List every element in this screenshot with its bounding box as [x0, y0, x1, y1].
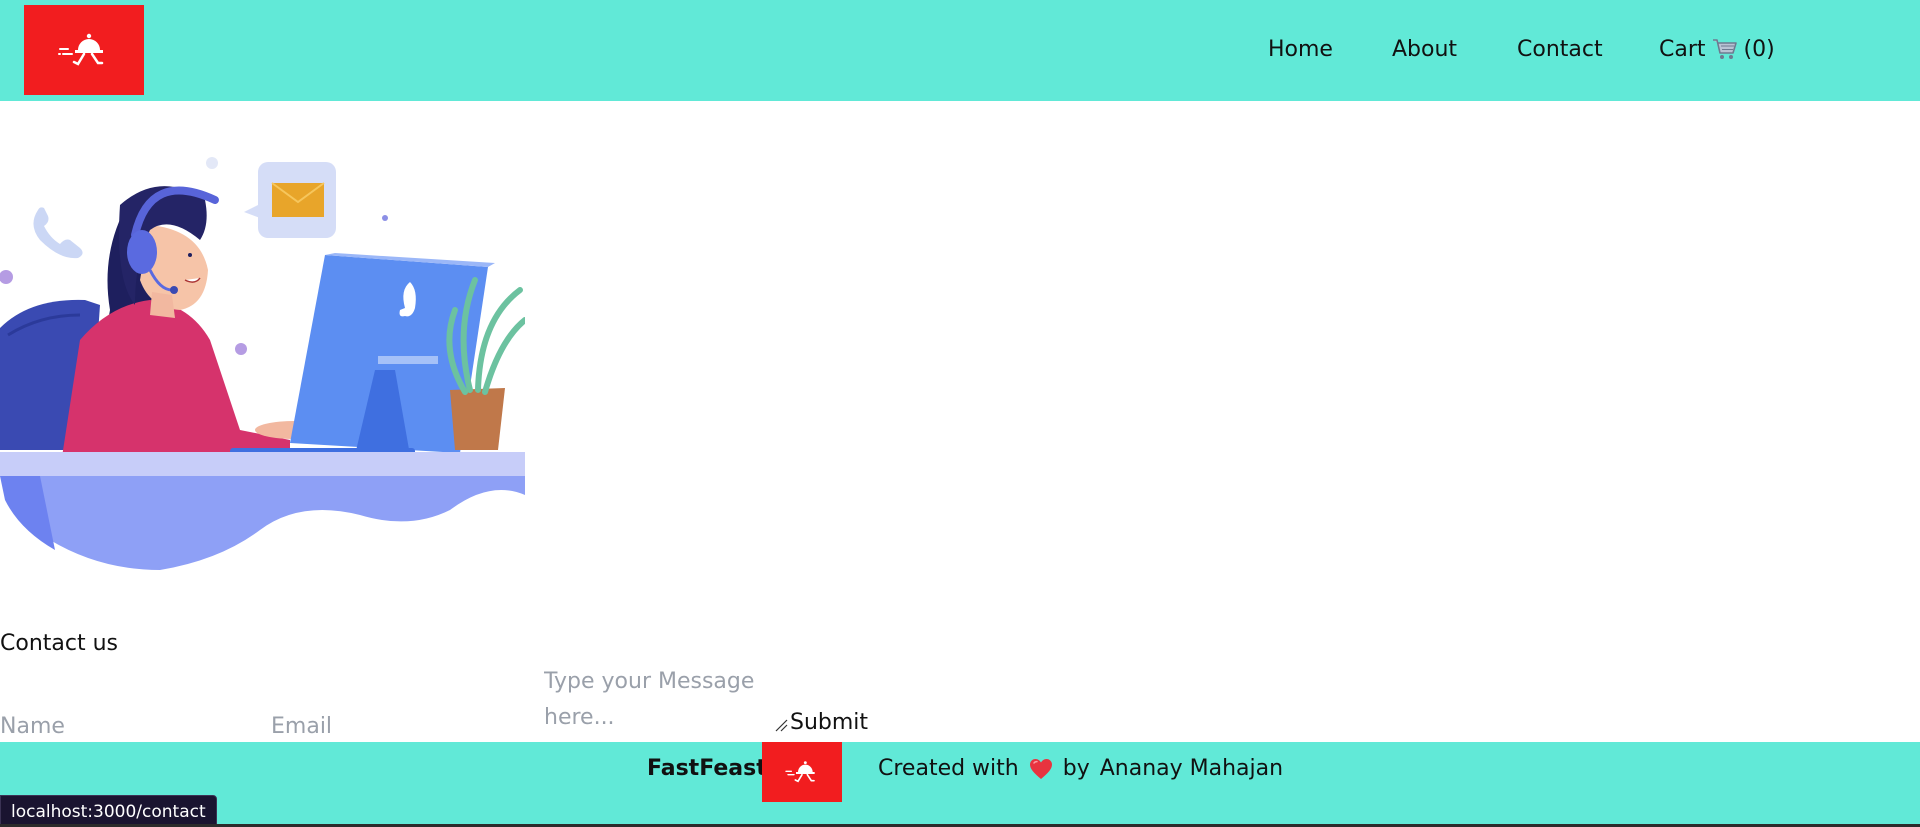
heart-icon [1029, 758, 1052, 779]
submit-button[interactable]: Submit [790, 710, 868, 735]
message-field[interactable] [544, 664, 774, 740]
footer-brand: FastFeast [647, 756, 767, 781]
site-header: Home About Contact Cart (0) [0, 0, 1920, 101]
nav-contact[interactable]: Contact [1517, 37, 1603, 62]
nav-home[interactable]: Home [1268, 37, 1333, 62]
cart-label: Cart [1659, 36, 1706, 62]
cart-count: (0) [1743, 36, 1775, 62]
shopping-cart-icon [1712, 39, 1737, 59]
footer-credit: Created with by Ananay Mahajan [878, 756, 1283, 781]
delivery-waiter-cloche-icon [58, 33, 104, 66]
author-name: Ananay Mahajan [1099, 756, 1284, 781]
nav-about[interactable]: About [1392, 37, 1457, 62]
resize-grip-icon[interactable] [774, 718, 788, 732]
customer-support-agent-illustration [0, 157, 525, 570]
logo[interactable] [24, 5, 144, 95]
nav-cart[interactable]: Cart (0) [1659, 37, 1775, 62]
contact-title: Contact us [0, 631, 118, 656]
name-field[interactable] [0, 710, 260, 742]
status-bar-url: localhost:3000/contact [0, 795, 217, 827]
created-with-text: Created with [878, 756, 1019, 781]
delivery-waiter-cloche-icon [785, 761, 815, 783]
footer-logo[interactable] [762, 742, 842, 802]
by-text: by [1062, 756, 1090, 781]
email-field[interactable] [271, 710, 531, 742]
site-footer: FastFeast Created with by Ananay Mahajan [0, 742, 1920, 827]
